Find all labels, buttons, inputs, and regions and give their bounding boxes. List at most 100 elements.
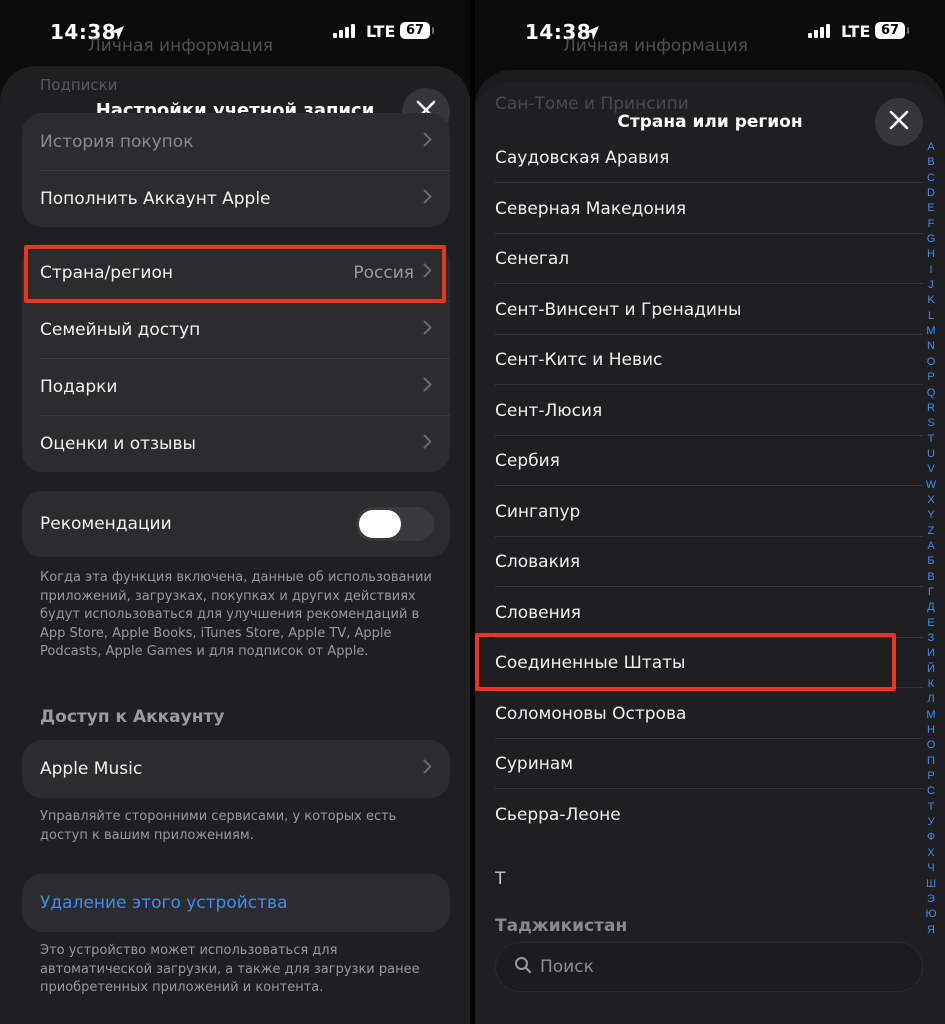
index-letter[interactable]: В bbox=[927, 570, 934, 585]
remove-device-button[interactable]: Удаление этого устройства bbox=[22, 874, 450, 932]
recommendations-note: Когда эта функция включена, данные об ис… bbox=[40, 570, 432, 659]
search-input[interactable] bbox=[540, 957, 880, 977]
index-letter[interactable]: З bbox=[928, 631, 935, 646]
index-letter[interactable]: Й bbox=[927, 662, 935, 677]
index-letter[interactable]: Л bbox=[927, 692, 934, 707]
index-letter[interactable]: Д bbox=[927, 600, 934, 615]
index-letter[interactable]: L bbox=[928, 309, 934, 324]
country-item[interactable]: Сент-Люсия bbox=[495, 386, 923, 436]
index-letter[interactable]: V bbox=[927, 462, 934, 477]
apple-music-row[interactable]: Apple Music bbox=[22, 740, 450, 798]
index-letter[interactable]: Y bbox=[927, 508, 934, 523]
index-letter[interactable]: D bbox=[927, 186, 935, 201]
country-item[interactable]: Соломоновы Острова bbox=[495, 689, 923, 739]
remove-device-note: Это устройство может использоваться для … bbox=[40, 943, 420, 995]
top-up-label: Пополнить Аккаунт Apple bbox=[40, 188, 271, 209]
index-letter[interactable]: Р bbox=[927, 769, 934, 784]
index-letter[interactable]: Я bbox=[927, 923, 935, 938]
index-letter[interactable]: Ч bbox=[927, 861, 934, 876]
chevron-right-icon bbox=[423, 189, 432, 209]
country-item[interactable]: Северная Македония bbox=[495, 184, 923, 234]
index-letter[interactable]: Е bbox=[927, 616, 934, 631]
index-letter[interactable]: Б bbox=[927, 554, 934, 569]
purchase-history-row[interactable]: История покупок bbox=[22, 113, 450, 170]
top-up-apple-account-row[interactable]: Пополнить Аккаунт Apple bbox=[22, 170, 450, 227]
index-letter[interactable]: S bbox=[927, 416, 934, 431]
index-letter[interactable]: C bbox=[927, 171, 935, 186]
country-item[interactable]: Суринам bbox=[495, 739, 923, 789]
index-letter[interactable]: B bbox=[927, 155, 934, 170]
country-item[interactable]: Саудовская Аравия bbox=[495, 133, 923, 183]
index-letter[interactable]: H bbox=[927, 247, 935, 262]
index-letter[interactable]: M bbox=[926, 324, 935, 339]
ratings-reviews-label: Оценки и отзывы bbox=[40, 433, 196, 454]
index-letter[interactable]: И bbox=[927, 646, 935, 661]
family-sharing-label: Семейный доступ bbox=[40, 319, 201, 340]
index-letter[interactable]: У bbox=[928, 815, 935, 830]
index-letter[interactable]: U bbox=[927, 447, 935, 462]
index-letter[interactable]: Х bbox=[927, 846, 934, 861]
index-letter[interactable]: K bbox=[927, 293, 934, 308]
chevron-right-icon bbox=[423, 377, 432, 397]
country-region-screen: 14:38 LTE 67 Личная информация Сан-Томе … bbox=[475, 0, 945, 1024]
index-letter[interactable]: N bbox=[927, 339, 935, 354]
account-access-note: Управляйте сторонними сервисами, у котор… bbox=[40, 809, 397, 843]
index-letter[interactable]: R bbox=[927, 401, 935, 416]
index-letter[interactable]: Q bbox=[927, 386, 936, 401]
toggle-knob bbox=[359, 510, 401, 538]
chevron-right-icon bbox=[423, 320, 432, 340]
index-letter[interactable]: О bbox=[927, 738, 936, 753]
index-letter[interactable]: К bbox=[928, 677, 934, 692]
index-letter[interactable]: F bbox=[928, 217, 935, 232]
country-item[interactable]: Словакия bbox=[495, 537, 923, 587]
index-letter[interactable]: O bbox=[927, 355, 936, 370]
index-letter[interactable]: А bbox=[927, 539, 934, 554]
index-letter[interactable]: Ф bbox=[927, 830, 935, 845]
settings-sheet: Подписки Настройки учетной записи Истори… bbox=[0, 66, 470, 1024]
index-letter[interactable]: J bbox=[928, 278, 934, 293]
country-item[interactable]: Сенегал bbox=[495, 234, 923, 284]
index-letter[interactable]: E bbox=[927, 201, 934, 216]
remove-device-group: Удаление этого устройства bbox=[22, 874, 450, 932]
family-sharing-row[interactable]: Семейный доступ bbox=[22, 301, 450, 358]
index-letter[interactable]: X bbox=[927, 493, 934, 508]
search-bar[interactable] bbox=[495, 942, 923, 992]
chevron-right-icon bbox=[423, 434, 432, 454]
index-letter[interactable]: P bbox=[927, 370, 934, 385]
index-letter[interactable]: П bbox=[927, 754, 935, 769]
country-item[interactable]: Сент-Китс и Невис bbox=[495, 335, 923, 385]
index-letter[interactable]: М bbox=[926, 708, 935, 723]
network-type: LTE bbox=[841, 22, 871, 41]
index-letter[interactable]: Э bbox=[927, 892, 935, 907]
index-letter[interactable]: W bbox=[926, 478, 936, 493]
index-letter[interactable]: G bbox=[927, 232, 936, 247]
index-letter[interactable]: Z bbox=[928, 524, 935, 539]
index-letter[interactable]: С bbox=[927, 784, 935, 799]
country-item[interactable]: Словения bbox=[495, 588, 923, 638]
index-letter[interactable]: Г bbox=[928, 585, 934, 600]
battery-indicator: 67 bbox=[400, 22, 434, 39]
close-icon bbox=[888, 109, 910, 135]
peek-previous-country: Сан-Томе и Принсипи bbox=[495, 94, 689, 114]
index-letter[interactable]: Ю bbox=[925, 907, 936, 922]
recommendations-group: Рекомендации bbox=[22, 491, 450, 557]
gifts-label: Подарки bbox=[40, 376, 118, 397]
index-letter[interactable]: A bbox=[927, 140, 934, 155]
index-letter[interactable]: Н bbox=[927, 723, 935, 738]
index-letter[interactable]: T bbox=[928, 432, 935, 447]
country-item[interactable]: Сингапур bbox=[495, 487, 923, 537]
ratings-reviews-row[interactable]: Оценки и отзывы bbox=[22, 415, 450, 472]
country-item[interactable]: Сьерра-Леоне bbox=[495, 790, 923, 840]
chevron-right-icon bbox=[423, 759, 432, 779]
alphabet-index-bar[interactable]: ABCDEFGHIJKLMNOPQRSTUVWXYZАБВГДЕЗИЙКЛМНО… bbox=[922, 140, 940, 938]
index-letter[interactable]: Т bbox=[928, 800, 935, 815]
index-letter[interactable]: Ш bbox=[926, 877, 936, 892]
recommendations-row: Рекомендации bbox=[22, 491, 450, 557]
background-peek-item: Личная информация bbox=[88, 36, 274, 56]
index-letter[interactable]: I bbox=[929, 263, 932, 278]
country-item[interactable]: Сербия bbox=[495, 436, 923, 486]
united-states-highlight bbox=[475, 633, 896, 691]
gifts-row[interactable]: Подарки bbox=[22, 358, 450, 415]
country-item[interactable]: Сент-Винсент и Гренадины bbox=[495, 285, 923, 335]
recommendations-toggle[interactable] bbox=[356, 507, 434, 541]
